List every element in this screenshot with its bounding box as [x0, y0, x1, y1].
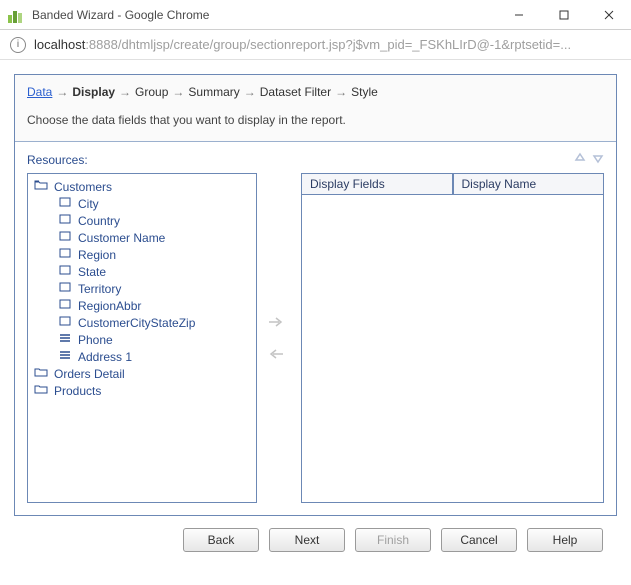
tree-leaf-label: Territory [78, 282, 121, 296]
breadcrumb: Data → Display → Group → Summary → Dataset Filte… [15, 75, 616, 107]
transfer-buttons [265, 173, 293, 503]
tree-leaf[interactable]: RegionAbbr [30, 297, 254, 314]
next-button[interactable]: Next [269, 528, 345, 552]
breadcrumb-step[interactable]: Data [27, 85, 52, 99]
folder-icon [34, 366, 48, 381]
app-icon [8, 7, 24, 23]
grid-body [302, 195, 603, 502]
tree-leaf[interactable]: Customer Name [30, 229, 254, 246]
field-icon [58, 315, 72, 330]
breadcrumb-step: Dataset Filter [260, 85, 331, 99]
field-icon [58, 196, 72, 211]
back-button[interactable]: Back [183, 528, 259, 552]
help-button[interactable]: Help [527, 528, 603, 552]
remove-button[interactable] [265, 345, 287, 363]
tree-leaf[interactable]: Country [30, 212, 254, 229]
breadcrumb-step: Summary [188, 85, 239, 99]
tree-leaf[interactable]: State [30, 263, 254, 280]
move-up-icon[interactable] [574, 152, 586, 167]
reorder-controls [574, 152, 604, 167]
chevron-right-icon: → [335, 85, 347, 99]
grid-col-fields[interactable]: Display Fields [302, 174, 453, 195]
tree-leaf[interactable]: City [30, 195, 254, 212]
tree-node-label: Products [54, 384, 101, 398]
tree-leaf[interactable]: Territory [30, 280, 254, 297]
address-bar: i localhost:8888/dhtmljsp/create/group/s… [0, 30, 631, 60]
display-fields-grid[interactable]: Display Fields Display Name [301, 173, 604, 503]
cancel-button[interactable]: Cancel [441, 528, 517, 552]
wizard-panel: Data → Display → Group → Summary → Dataset Filte… [14, 74, 617, 516]
chevron-right-icon: → [56, 85, 68, 99]
tree-leaf[interactable]: CustomerCityStateZip [30, 314, 254, 331]
tree-node[interactable]: Customers [30, 178, 254, 195]
instruction-text: Choose the data fields that you want to … [15, 107, 616, 141]
tree-node[interactable]: Products [30, 382, 254, 399]
window-controls [496, 0, 631, 30]
tree-leaf-label: RegionAbbr [78, 299, 141, 313]
breadcrumb-step: Style [351, 85, 378, 99]
close-button[interactable] [586, 0, 631, 30]
tree-leaf[interactable]: Address 1 [30, 348, 254, 365]
finish-button: Finish [355, 528, 431, 552]
url-text[interactable]: localhost:8888/dhtmljsp/create/group/sec… [34, 37, 571, 52]
text-field-icon [58, 349, 72, 364]
tree-node-label: Orders Detail [54, 367, 125, 381]
tree-leaf-label: State [78, 265, 106, 279]
field-icon [58, 281, 72, 296]
resources-label: Resources: [27, 153, 88, 167]
wizard-buttons: Back Next Finish Cancel Help [14, 516, 617, 560]
tree-leaf[interactable]: Region [30, 246, 254, 263]
chevron-right-icon: → [244, 85, 256, 99]
field-icon [58, 247, 72, 262]
move-down-icon[interactable] [592, 152, 604, 167]
tree-leaf-label: Address 1 [78, 350, 132, 364]
minimize-button[interactable] [496, 0, 541, 30]
field-icon [58, 298, 72, 313]
add-button[interactable] [265, 313, 287, 331]
window-title: Banded Wizard - Google Chrome [32, 8, 209, 22]
chevron-right-icon: → [119, 85, 131, 99]
tree-leaf[interactable]: Phone [30, 331, 254, 348]
breadcrumb-step: Group [135, 85, 168, 99]
site-info-icon[interactable]: i [10, 37, 26, 53]
tree-leaf-label: Country [78, 214, 120, 228]
tree-node[interactable]: Orders Detail [30, 365, 254, 382]
window-titlebar: Banded Wizard - Google Chrome [0, 0, 631, 30]
breadcrumb-step: Display [72, 85, 115, 99]
tree-leaf-label: Phone [78, 333, 113, 347]
tree-leaf-label: City [78, 197, 99, 211]
folder-icon [34, 383, 48, 398]
folder-open-icon [34, 179, 48, 194]
tree-node-label: Customers [54, 180, 112, 194]
field-icon [58, 213, 72, 228]
tree-leaf-label: Region [78, 248, 116, 262]
text-field-icon [58, 332, 72, 347]
maximize-button[interactable] [541, 0, 586, 30]
resources-tree[interactable]: Customers City Country Customer Name Region S… [27, 173, 257, 503]
grid-col-name[interactable]: Display Name [453, 174, 604, 195]
field-icon [58, 230, 72, 245]
chevron-right-icon: → [172, 85, 184, 99]
tree-leaf-label: Customer Name [78, 231, 165, 245]
field-icon [58, 264, 72, 279]
tree-leaf-label: CustomerCityStateZip [78, 316, 195, 330]
